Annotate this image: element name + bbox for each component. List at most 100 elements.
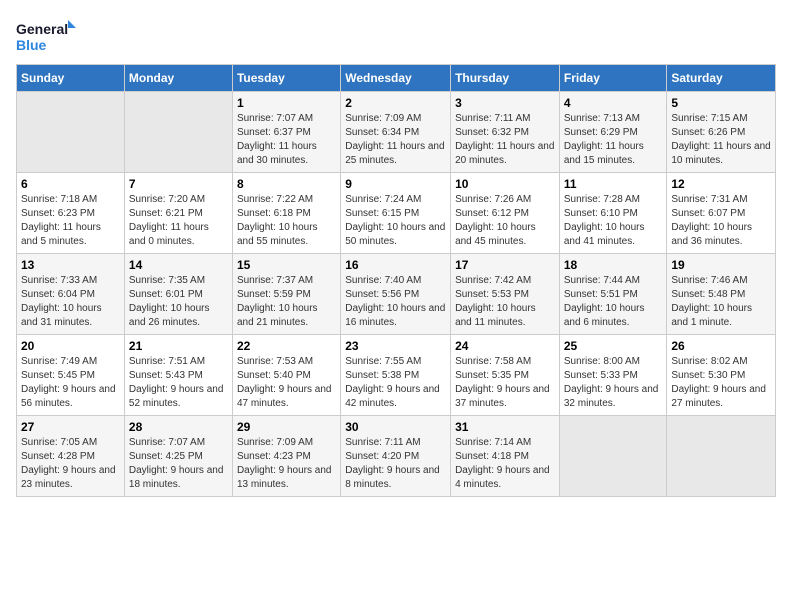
cell-info: Sunrise: 7:28 AM Sunset: 6:10 PM Dayligh… [564,193,663,249]
calendar-cell [124,92,232,173]
calendar-cell: 31 Sunrise: 7:14 AM Sunset: 4:18 PM Dayli… [451,416,560,497]
calendar-week-5: 27 Sunrise: 7:05 AM Sunset: 4:28 PM Dayli… [17,416,776,497]
cell-info: Sunrise: 7:15 AM Sunset: 6:26 PM Dayligh… [671,112,771,168]
cell-info: Sunrise: 7:13 AM Sunset: 6:29 PM Dayligh… [564,112,663,168]
day-header-wednesday: Wednesday [341,65,451,92]
day-header-sunday: Sunday [17,65,125,92]
calendar-cell: 28Sunrise: 7:07 AM Sunset: 4:25 PM Dayli… [124,416,232,497]
cell-date: 7 [129,177,228,191]
calendar-cell: 23 Sunrise: 7:55 AM Sunset: 5:38 PM Dayli… [341,335,451,416]
calendar-cell: 18 Sunrise: 7:44 AM Sunset: 5:51 PM Dayli… [559,254,667,335]
calendar-table: SundayMondayTuesdayWednesdayThursdayFrid… [16,64,776,497]
day-header-tuesday: Tuesday [232,65,340,92]
cell-date: 23 [345,339,446,353]
cell-date: 24 [455,339,555,353]
calendar-cell: 24 Sunrise: 7:58 AM Sunset: 5:35 PM Dayli… [451,335,560,416]
cell-info: Sunrise: 7:55 AM Sunset: 5:38 PM Dayligh… [345,355,446,411]
logo: General Blue [16,16,76,56]
calendar-cell [667,416,776,497]
cell-info: Sunrise: 7:14 AM Sunset: 4:18 PM Dayligh… [455,436,555,492]
cell-date: 9 [345,177,446,191]
calendar-cell: 6Sunrise: 7:18 AM Sunset: 6:23 PM Daylig… [17,173,125,254]
calendar-cell: 8 Sunrise: 7:22 AM Sunset: 6:18 PM Daylig… [232,173,340,254]
calendar-cell: 29Sunrise: 7:09 AM Sunset: 4:23 PM Dayli… [232,416,340,497]
calendar-cell: 27 Sunrise: 7:05 AM Sunset: 4:28 PM Dayli… [17,416,125,497]
calendar-cell: 16 Sunrise: 7:40 AM Sunset: 5:56 PM Dayli… [341,254,451,335]
cell-date: 2 [345,96,446,110]
cell-info: Sunrise: 7:09 AM Sunset: 4:23 PM Dayligh… [237,436,336,492]
cell-date: 14 [129,258,228,272]
cell-info: Sunrise: 8:00 AM Sunset: 5:33 PM Dayligh… [564,355,663,411]
cell-date: 25 [564,339,663,353]
cell-date: 11 [564,177,663,191]
calendar-cell [559,416,667,497]
calendar-week-2: 6Sunrise: 7:18 AM Sunset: 6:23 PM Daylig… [17,173,776,254]
cell-date: 17 [455,258,555,272]
calendar-cell: 17 Sunrise: 7:42 AM Sunset: 5:53 PM Dayli… [451,254,560,335]
cell-date: 31 [455,420,555,434]
calendar-cell: 30Sunrise: 7:11 AM Sunset: 4:20 PM Dayli… [341,416,451,497]
cell-info: Sunrise: 7:20 AM Sunset: 6:21 PM Dayligh… [129,193,228,249]
cell-info: Sunrise: 7:49 AM Sunset: 5:45 PM Dayligh… [21,355,120,411]
calendar-cell: 9 Sunrise: 7:24 AM Sunset: 6:15 PM Daylig… [341,173,451,254]
calendar-week-4: 20Sunrise: 7:49 AM Sunset: 5:45 PM Dayli… [17,335,776,416]
calendar-cell: 19 Sunrise: 7:46 AM Sunset: 5:48 PM Dayli… [667,254,776,335]
calendar-cell: 15 Sunrise: 7:37 AM Sunset: 5:59 PM Dayli… [232,254,340,335]
calendar-cell: 11 Sunrise: 7:28 AM Sunset: 6:10 PM Dayli… [559,173,667,254]
svg-text:Blue: Blue [16,37,47,53]
svg-text:General: General [16,21,68,37]
cell-info: Sunrise: 7:22 AM Sunset: 6:18 PM Dayligh… [237,193,336,249]
calendar-cell: 25 Sunrise: 8:00 AM Sunset: 5:33 PM Dayli… [559,335,667,416]
cell-info: Sunrise: 7:31 AM Sunset: 6:07 PM Dayligh… [671,193,771,249]
calendar-cell: 12Sunrise: 7:31 AM Sunset: 6:07 PM Dayli… [667,173,776,254]
cell-date: 19 [671,258,771,272]
cell-info: Sunrise: 7:05 AM Sunset: 4:28 PM Dayligh… [21,436,120,492]
cell-info: Sunrise: 7:46 AM Sunset: 5:48 PM Dayligh… [671,274,771,330]
cell-date: 16 [345,258,446,272]
cell-info: Sunrise: 7:11 AM Sunset: 6:32 PM Dayligh… [455,112,555,168]
logo-svg: General Blue [16,16,76,56]
cell-date: 3 [455,96,555,110]
calendar-cell: 7 Sunrise: 7:20 AM Sunset: 6:21 PM Daylig… [124,173,232,254]
cell-info: Sunrise: 7:44 AM Sunset: 5:51 PM Dayligh… [564,274,663,330]
cell-date: 27 [21,420,120,434]
cell-date: 4 [564,96,663,110]
calendar-cell: 20Sunrise: 7:49 AM Sunset: 5:45 PM Dayli… [17,335,125,416]
cell-info: Sunrise: 7:35 AM Sunset: 6:01 PM Dayligh… [129,274,228,330]
cell-date: 1 [237,96,336,110]
day-header-saturday: Saturday [667,65,776,92]
cell-date: 18 [564,258,663,272]
calendar-cell: 4 Sunrise: 7:13 AM Sunset: 6:29 PM Daylig… [559,92,667,173]
calendar-cell [17,92,125,173]
calendar-week-3: 13Sunrise: 7:33 AM Sunset: 6:04 PM Dayli… [17,254,776,335]
page-header: General Blue [16,16,776,56]
cell-date: 22 [237,339,336,353]
cell-date: 8 [237,177,336,191]
cell-info: Sunrise: 7:42 AM Sunset: 5:53 PM Dayligh… [455,274,555,330]
calendar-cell: 5 Sunrise: 7:15 AM Sunset: 6:26 PM Daylig… [667,92,776,173]
cell-info: Sunrise: 7:40 AM Sunset: 5:56 PM Dayligh… [345,274,446,330]
calendar-cell: 10Sunrise: 7:26 AM Sunset: 6:12 PM Dayli… [451,173,560,254]
cell-info: Sunrise: 7:51 AM Sunset: 5:43 PM Dayligh… [129,355,228,411]
cell-date: 5 [671,96,771,110]
cell-info: Sunrise: 7:18 AM Sunset: 6:23 PM Dayligh… [21,193,120,249]
cell-info: Sunrise: 7:09 AM Sunset: 6:34 PM Dayligh… [345,112,446,168]
calendar-week-1: 1 Sunrise: 7:07 AM Sunset: 6:37 PM Daylig… [17,92,776,173]
calendar-cell: 22 Sunrise: 7:53 AM Sunset: 5:40 PM Dayli… [232,335,340,416]
cell-info: Sunrise: 7:07 AM Sunset: 6:37 PM Dayligh… [237,112,336,168]
calendar-cell: 3 Sunrise: 7:11 AM Sunset: 6:32 PM Daylig… [451,92,560,173]
cell-info: Sunrise: 7:37 AM Sunset: 5:59 PM Dayligh… [237,274,336,330]
cell-info: Sunrise: 8:02 AM Sunset: 5:30 PM Dayligh… [671,355,771,411]
cell-info: Sunrise: 7:24 AM Sunset: 6:15 PM Dayligh… [345,193,446,249]
cell-date: 15 [237,258,336,272]
day-header-thursday: Thursday [451,65,560,92]
cell-info: Sunrise: 7:11 AM Sunset: 4:20 PM Dayligh… [345,436,446,492]
day-header-friday: Friday [559,65,667,92]
cell-info: Sunrise: 7:26 AM Sunset: 6:12 PM Dayligh… [455,193,555,249]
cell-date: 13 [21,258,120,272]
cell-info: Sunrise: 7:58 AM Sunset: 5:35 PM Dayligh… [455,355,555,411]
calendar-cell: 14 Sunrise: 7:35 AM Sunset: 6:01 PM Dayli… [124,254,232,335]
cell-date: 28 [129,420,228,434]
calendar-cell: 13Sunrise: 7:33 AM Sunset: 6:04 PM Dayli… [17,254,125,335]
cell-info: Sunrise: 7:53 AM Sunset: 5:40 PM Dayligh… [237,355,336,411]
